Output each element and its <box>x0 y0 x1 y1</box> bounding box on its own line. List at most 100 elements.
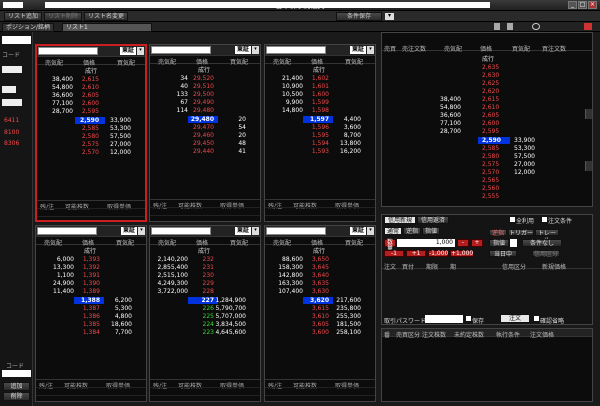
ask-price[interactable]: 230 <box>203 273 214 279</box>
icon-1[interactable] <box>494 23 500 30</box>
ask-price[interactable]: 1,599 <box>312 100 329 106</box>
bid-price[interactable]: 3,605 <box>312 322 329 328</box>
market-order-row[interactable]: 成行 <box>198 68 210 74</box>
bid-price[interactable]: 223 <box>203 330 214 336</box>
sidebar-code[interactable]: 8100 <box>4 129 19 136</box>
market-order-row[interactable]: 成行 <box>84 249 96 255</box>
current-price[interactable]: 227 <box>201 298 214 304</box>
chevron-down-icon[interactable] <box>510 239 517 247</box>
ask-price[interactable]: 2,595 <box>482 129 499 135</box>
bid-price[interactable]: 2,580 <box>482 154 499 160</box>
ask-price[interactable]: 2,625 <box>482 81 499 87</box>
ask-price[interactable]: 2,600 <box>482 121 499 127</box>
code-input[interactable] <box>151 227 211 235</box>
ask-price[interactable]: 1,601 <box>312 84 329 90</box>
ask-price[interactable]: 1,602 <box>312 76 329 82</box>
ask-price[interactable]: 2,615 <box>82 77 99 83</box>
market-order-row[interactable]: 成行 <box>313 68 325 74</box>
step-button[interactable]: +1 <box>406 250 426 257</box>
bid-price[interactable]: 2,565 <box>482 178 499 184</box>
sidebar-code[interactable]: 8306 <box>4 140 19 147</box>
current-price[interactable]: 1,388 <box>81 298 100 304</box>
ask-price[interactable]: 3,645 <box>312 265 329 271</box>
bid-price[interactable]: 1,595 <box>312 133 329 139</box>
sidebar-item[interactable] <box>2 86 16 93</box>
tab-margin-close[interactable]: 信用返済 <box>417 216 449 224</box>
ask-price[interactable]: 2,635 <box>482 65 499 71</box>
order-type-select[interactable]: 指値 <box>489 239 509 247</box>
bid-price[interactable]: 2,555 <box>482 194 499 200</box>
scroll-up-icon[interactable] <box>585 109 592 119</box>
code-input[interactable] <box>2 370 31 377</box>
chevron-down-icon[interactable]: ▾ <box>252 227 259 235</box>
menu-icon[interactable]: ▾ <box>385 13 394 20</box>
list-add-button[interactable]: リスト追加 <box>4 12 43 21</box>
step-button[interactable]: -1,000 <box>428 250 448 257</box>
bid-price[interactable]: 1,385 <box>83 322 100 328</box>
step-button[interactable]: -1 <box>384 250 404 257</box>
ask-price[interactable]: 2,595 <box>82 109 99 115</box>
password-input[interactable] <box>425 315 463 323</box>
bid-price[interactable]: 1,386 <box>83 314 100 320</box>
bid-price[interactable]: 2,570 <box>82 150 99 156</box>
chevron-down-icon[interactable]: ▾ <box>138 227 145 235</box>
qty-input[interactable]: 1,000 <box>397 239 455 247</box>
sidebar-item[interactable] <box>2 99 22 106</box>
market-select[interactable]: 東証 <box>349 227 366 235</box>
ask-price[interactable]: 3,630 <box>312 289 329 295</box>
code-input[interactable] <box>266 227 326 235</box>
bid-price[interactable]: 1,387 <box>83 306 100 312</box>
market-order-row[interactable]: 成行 <box>482 57 494 63</box>
sidebar-item[interactable] <box>2 66 22 73</box>
maximize-button[interactable]: □ <box>578 1 587 9</box>
ask-price[interactable]: 3,635 <box>312 281 329 287</box>
ask-price[interactable]: 1,389 <box>83 289 100 295</box>
tab-margin-new[interactable]: 信用新規 <box>384 216 416 224</box>
market-order-row[interactable]: 成行 <box>198 249 210 255</box>
tab-deferred[interactable]: 逆指 <box>489 229 507 237</box>
save-condition-button[interactable]: 条件保存 <box>336 12 382 21</box>
chevron-down-icon[interactable]: ▾ <box>367 46 374 54</box>
delete-button[interactable]: 削除 <box>3 392 30 401</box>
bid-price[interactable]: 29,450 <box>193 141 214 147</box>
condition-checkbox[interactable] <box>542 217 547 222</box>
bid-price[interactable]: 1,593 <box>312 149 329 155</box>
qty-minus-button[interactable]: - <box>457 239 469 247</box>
trigger-button[interactable]: トリガー <box>508 229 534 237</box>
clock-icon[interactable] <box>532 23 540 30</box>
condition-select[interactable]: 条件なし <box>522 239 562 247</box>
list-delete-button[interactable]: リスト削除 <box>44 12 83 21</box>
code-input[interactable] <box>266 46 326 54</box>
bid-price[interactable]: 224 <box>203 322 214 328</box>
ask-price[interactable]: 1,391 <box>83 273 100 279</box>
tab-limit[interactable]: 指値 <box>422 227 440 235</box>
tab-normal[interactable]: 通常 <box>384 227 402 235</box>
ask-price[interactable]: 2,605 <box>82 93 99 99</box>
bid-price[interactable]: 3,615 <box>312 306 329 312</box>
bid-price[interactable]: 3,610 <box>312 314 329 320</box>
ask-price[interactable]: 2,610 <box>482 105 499 111</box>
tab-list1[interactable]: リスト1 <box>62 23 152 32</box>
bid-price[interactable]: 225 <box>203 314 214 320</box>
scroll-down-icon[interactable] <box>585 161 592 171</box>
deadline-select[interactable]: 当日中 <box>489 250 517 258</box>
ask-price[interactable]: 3,640 <box>312 273 329 279</box>
market-select[interactable]: 東証 <box>349 46 366 54</box>
bid-price[interactable]: 29,470 <box>193 125 214 131</box>
ask-price[interactable]: 2,610 <box>82 85 99 91</box>
current-price[interactable]: 29,480 <box>191 117 214 123</box>
trail-button[interactable]: トレール <box>535 229 559 244</box>
bid-price[interactable]: 2,585 <box>82 126 99 132</box>
ask-price[interactable]: 228 <box>203 289 214 295</box>
bid-price[interactable]: 29,460 <box>193 133 214 139</box>
bid-price[interactable]: 2,570 <box>482 170 499 176</box>
icon-2[interactable] <box>507 23 513 30</box>
tab-positions[interactable]: ポジション/銘柄 <box>2 23 55 32</box>
bid-price[interactable]: 2,585 <box>482 146 499 152</box>
bid-price[interactable]: 2,575 <box>482 162 499 168</box>
all-use-checkbox[interactable] <box>510 217 515 222</box>
ask-price[interactable]: 29,520 <box>193 76 214 82</box>
bid-price[interactable]: 1,594 <box>312 141 329 147</box>
ask-price[interactable]: 1,392 <box>83 265 100 271</box>
bid-price[interactable]: 2,560 <box>482 186 499 192</box>
